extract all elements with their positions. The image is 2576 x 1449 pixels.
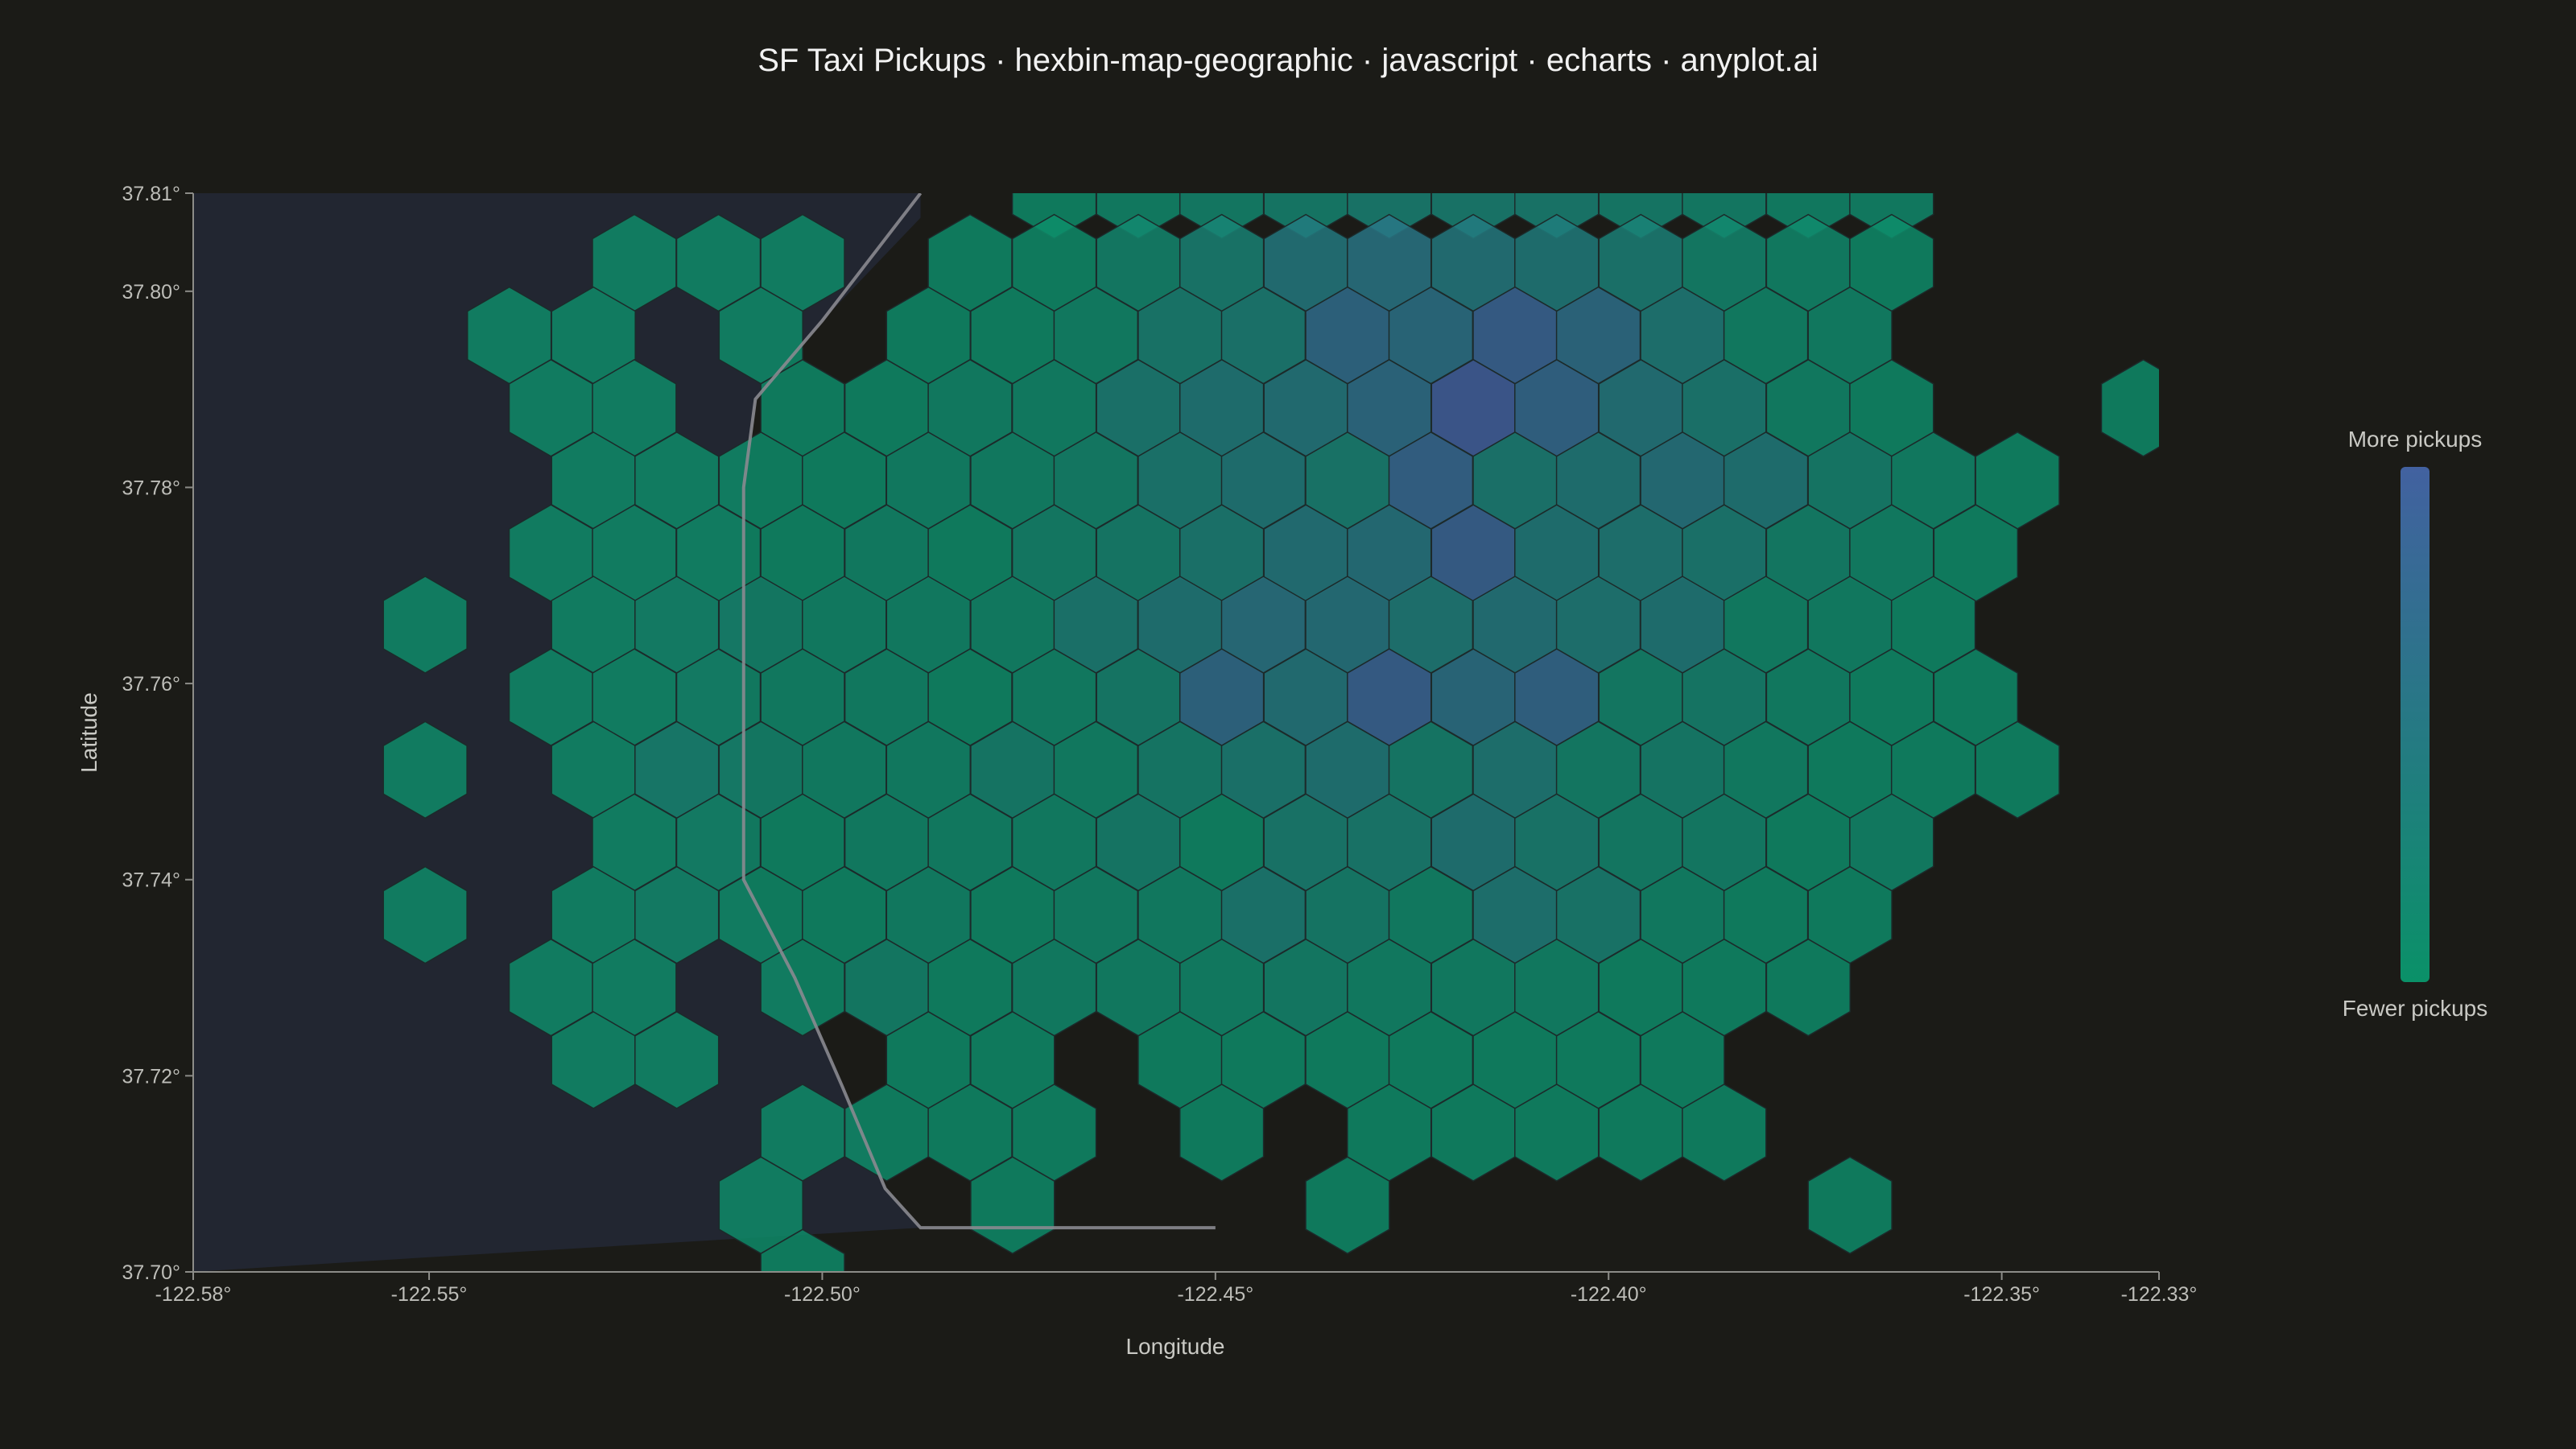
hex-cell[interactable]: [2100, 358, 2186, 457]
y-tick-label: 37.80°: [122, 281, 180, 303]
hexbin-map-chart: SF Taxi Pickups · hexbin-map-geographic …: [76, 43, 2488, 1359]
y-tick-label: 37.76°: [122, 673, 180, 696]
legend-low-label: Fewer pickups: [2343, 996, 2488, 1021]
x-axis-label: Longitude: [1125, 1334, 1224, 1359]
x-tick-label: -122.55°: [391, 1283, 468, 1306]
x-tick-label: -122.45°: [1177, 1283, 1253, 1306]
y-axis-ticks: 37.70° 37.72° 37.74° 37.76° 37.78° 37.80° 37.8…: [122, 183, 193, 1284]
chart-title: SF Taxi Pickups · hexbin-map-geographic …: [758, 43, 1818, 78]
x-tick-label: -122.35°: [1963, 1283, 2040, 1306]
y-tick-label: 37.70°: [122, 1261, 180, 1284]
y-axis-label: Latitude: [76, 692, 101, 773]
color-legend: More pickups Fewer pickups: [2343, 427, 2488, 1021]
y-tick-label: 37.78°: [122, 477, 180, 499]
x-tick-label: -122.40°: [1571, 1283, 1647, 1306]
hex-cell[interactable]: [1807, 1156, 1893, 1255]
x-tick-label: -122.33°: [2121, 1283, 2198, 1306]
y-tick-label: 37.72°: [122, 1065, 180, 1088]
x-tick-label: -122.50°: [784, 1283, 861, 1306]
plot-area: [193, 193, 2186, 1272]
legend-gradient-bar[interactable]: [2401, 467, 2429, 982]
x-axis-ticks: -122.58° -122.55° -122.50° -122.45° -122.40°…: [155, 1272, 2198, 1306]
y-tick-label: 37.74°: [122, 869, 180, 892]
legend-high-label: More pickups: [2348, 427, 2483, 452]
y-tick-label: 37.81°: [122, 183, 180, 205]
x-tick-label: -122.58°: [155, 1283, 232, 1306]
